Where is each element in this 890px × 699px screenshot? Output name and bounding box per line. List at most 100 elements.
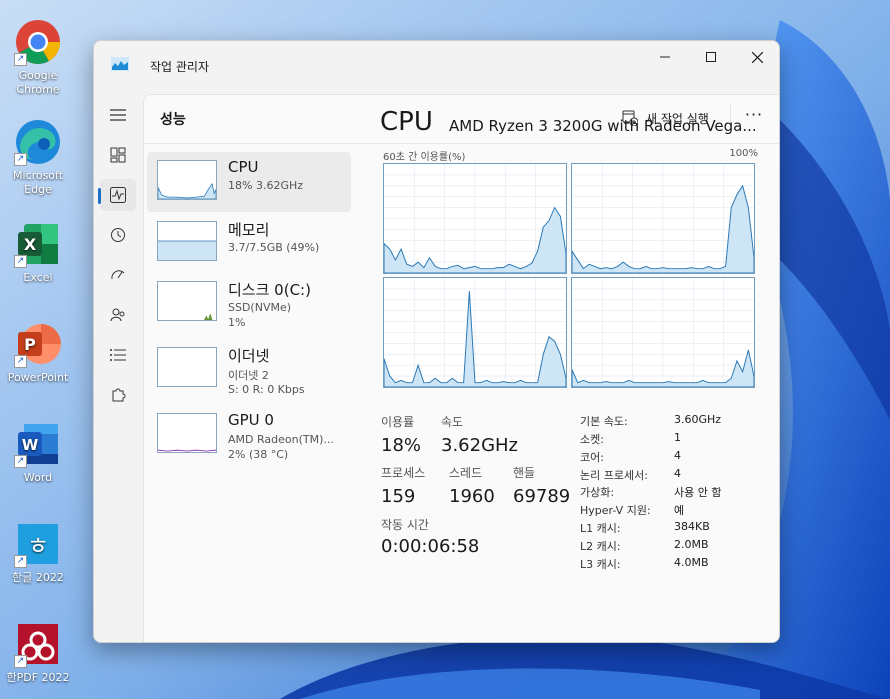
svg-text:W: W bbox=[22, 436, 39, 454]
svg-text:X: X bbox=[24, 235, 37, 254]
spec-label: Hyper-V 지원: bbox=[580, 504, 651, 517]
minimize-button[interactable] bbox=[642, 41, 688, 73]
spec-value: 예 bbox=[674, 504, 685, 517]
ethernet-thumbnail-graph bbox=[157, 347, 217, 387]
spec-value: 4 bbox=[674, 449, 681, 462]
cpu-thumbnail-graph bbox=[157, 160, 217, 200]
desktop-icon-label: Microsoft Edge bbox=[12, 169, 64, 196]
sidebar bbox=[94, 89, 142, 642]
task-manager-window: 작업 관리자 성능 새 작업 실행 ··· CPU 18% 3.62GHz 메모… bbox=[93, 40, 780, 643]
spec-value: 사용 안 함 bbox=[674, 486, 722, 499]
spec-value: 2.0MB bbox=[674, 538, 709, 551]
startup-gauge-icon bbox=[111, 270, 125, 280]
disk-thumbnail-graph bbox=[157, 281, 217, 321]
desktop-icon-word[interactable]: W ↗ Word bbox=[2, 420, 74, 485]
menu-toggle-button[interactable] bbox=[100, 99, 136, 131]
desktop-icon-excel[interactable]: X ↗ Excel bbox=[2, 220, 74, 285]
title-bar[interactable]: 작업 관리자 bbox=[94, 41, 779, 89]
nav-processes[interactable] bbox=[100, 139, 136, 171]
graph-caption: 60초 간 이용률(%) bbox=[383, 152, 466, 163]
desktop-icon-edge[interactable]: ↗ Microsoft Edge bbox=[2, 118, 74, 197]
resource-title: 메모리 bbox=[228, 221, 270, 239]
window-title: 작업 관리자 bbox=[150, 60, 210, 74]
desktop-icon-label: Word bbox=[23, 471, 53, 484]
spec-value: 4 bbox=[674, 467, 681, 480]
handles-value: 69789 bbox=[513, 486, 571, 507]
spec-label: L3 캐시: bbox=[580, 558, 621, 571]
resource-item-gpu[interactable]: GPU 0 AMD Radeon(TM)... 2% (38 °C) bbox=[147, 405, 351, 465]
resource-subtitle: 18% 3.62GHz bbox=[228, 179, 304, 192]
services-puzzle-icon bbox=[112, 388, 126, 402]
resource-item-disk[interactable]: 디스크 0(C:) SSD(NVMe) 1% bbox=[147, 273, 351, 333]
resource-subtitle-2: S: 0 R: 0 Kbps bbox=[228, 383, 305, 396]
desktop-icon-label: 한글 2022 bbox=[12, 571, 64, 584]
threads-value: 1960 bbox=[449, 486, 495, 507]
nav-startup-apps[interactable] bbox=[100, 259, 136, 291]
page-title: 성능 bbox=[160, 112, 186, 128]
processes-icon bbox=[110, 147, 126, 163]
spec-label: 소켓: bbox=[580, 433, 604, 446]
cpu-model-name: AMD Ryzen 3 3200G with Radeon Vega... bbox=[449, 117, 757, 135]
resource-subtitle: 3.7/7.5GB (49%) bbox=[228, 241, 320, 254]
spec-value: 1 bbox=[674, 431, 681, 444]
resource-item-memory[interactable]: 메모리 3.7/7.5GB (49%) bbox=[147, 213, 351, 273]
uptime-value: 0:00:06:58 bbox=[381, 536, 480, 557]
spec-value: 4.0MB bbox=[674, 556, 709, 569]
core-graphs bbox=[383, 163, 755, 389]
svg-text:ㅎ: ㅎ bbox=[27, 532, 49, 560]
detail-heading: CPU bbox=[380, 107, 433, 137]
utilization-label: 이용률 bbox=[381, 415, 415, 429]
memory-thumbnail-graph bbox=[157, 221, 217, 261]
maximize-button[interactable] bbox=[688, 41, 734, 73]
resource-item-ethernet[interactable]: 이더넷 이더넷 2 S: 0 R: 0 Kbps bbox=[147, 339, 351, 399]
spec-label: 가상화: bbox=[580, 486, 615, 499]
uptime-label: 작동 시간 bbox=[381, 518, 429, 532]
spec-label: 기본 속도: bbox=[580, 415, 628, 428]
performance-icon bbox=[110, 187, 126, 203]
shortcut-arrow-icon: ↗ bbox=[14, 153, 27, 166]
resource-subtitle: 이더넷 2 bbox=[228, 369, 269, 382]
cpu-detail-panel: CPU AMD Ryzen 3 3200G with Radeon Vega..… bbox=[380, 95, 760, 642]
desktop-icon-hanpdf[interactable]: ↗ 한PDF 2022 bbox=[2, 620, 74, 685]
resource-subtitle-2: 1% bbox=[228, 316, 246, 329]
svg-text:P: P bbox=[24, 335, 36, 354]
spec-label: L1 캐시: bbox=[580, 522, 621, 535]
desktop-icon-powerpoint[interactable]: P ↗ PowerPoint bbox=[2, 320, 74, 385]
details-list-icon bbox=[110, 349, 126, 361]
core-graph-2 bbox=[571, 163, 755, 274]
gpu-thumbnail-graph bbox=[157, 413, 217, 453]
desktop-icon-label: PowerPoint bbox=[7, 371, 69, 384]
shortcut-arrow-icon: ↗ bbox=[14, 255, 27, 268]
resource-item-cpu[interactable]: CPU 18% 3.62GHz bbox=[147, 152, 351, 212]
nav-app-history[interactable] bbox=[100, 219, 136, 251]
nav-details[interactable] bbox=[100, 339, 136, 371]
content-pane: 성능 새 작업 실행 ··· CPU 18% 3.62GHz 메모리 3.7/7… bbox=[143, 94, 779, 642]
minimize-icon bbox=[660, 56, 670, 58]
resource-title: CPU bbox=[228, 158, 259, 176]
spec-value: 3.60GHz bbox=[674, 413, 722, 426]
history-icon bbox=[111, 228, 125, 242]
graph-max-label: 100% bbox=[729, 148, 758, 159]
spec-label: 코어: bbox=[580, 451, 604, 464]
resource-subtitle: SSD(NVMe) bbox=[228, 301, 292, 314]
processes-label: 프로세스 bbox=[381, 466, 426, 480]
close-button[interactable] bbox=[734, 41, 779, 73]
shortcut-arrow-icon: ↗ bbox=[14, 53, 27, 66]
hamburger-icon bbox=[110, 109, 126, 121]
resource-title: 이더넷 bbox=[228, 347, 270, 365]
nav-services[interactable] bbox=[100, 379, 136, 411]
shortcut-arrow-icon: ↗ bbox=[14, 355, 27, 368]
desktop-icon-chrome[interactable]: ↗ Google Chrome bbox=[2, 18, 74, 97]
desktop-icon-hangul[interactable]: ㅎ ↗ 한글 2022 bbox=[2, 520, 74, 585]
shortcut-arrow-icon: ↗ bbox=[14, 555, 27, 568]
maximize-icon bbox=[706, 52, 716, 62]
threads-label: 스레드 bbox=[449, 466, 483, 480]
core-graph-1 bbox=[383, 163, 567, 274]
nav-users[interactable] bbox=[100, 299, 136, 331]
desktop-icon-label: 한PDF 2022 bbox=[6, 671, 70, 684]
spec-label: 논리 프로세서: bbox=[580, 469, 648, 482]
nav-performance[interactable] bbox=[98, 179, 136, 211]
processes-value: 159 bbox=[381, 486, 416, 507]
resource-title: GPU 0 bbox=[228, 411, 274, 429]
utilization-value: 18% bbox=[381, 435, 422, 456]
